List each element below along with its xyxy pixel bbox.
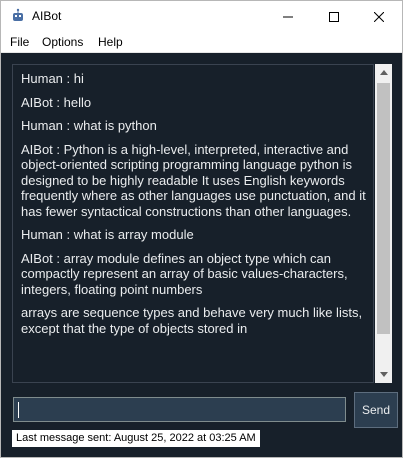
chat-message: AIBot : array module defines an object t…: [21, 250, 348, 297]
chevron-down-icon: [379, 372, 388, 377]
message-input[interactable]: [13, 397, 346, 422]
chat-scrollbar[interactable]: [375, 64, 392, 383]
chat-message: Human : hi: [21, 71, 84, 86]
close-icon: [374, 11, 384, 22]
chat-message: AIBot : Python is a high-level, interpre…: [21, 141, 366, 219]
chat-messages: Human : hi AIBot : hello Human : what is…: [21, 71, 366, 344]
minimize-icon: [283, 16, 293, 17]
maximize-icon: [329, 11, 339, 22]
title-bar[interactable]: AIBot: [1, 1, 402, 32]
menu-file[interactable]: File: [10, 35, 29, 49]
chat-client-area: Human : hi AIBot : hello Human : what is…: [1, 53, 402, 457]
scroll-down-button[interactable]: [375, 366, 392, 383]
chat-message: Human : what is array module: [21, 227, 194, 242]
scroll-thumb[interactable]: [377, 83, 390, 334]
menu-options[interactable]: Options: [42, 35, 83, 49]
menu-bar: File Options Help: [1, 32, 402, 53]
text-caret: [18, 402, 19, 418]
send-button[interactable]: Send: [354, 392, 398, 428]
menu-help[interactable]: Help: [98, 35, 123, 49]
app-window: AIBot File Options Help Human : hi AIBot…: [0, 0, 403, 458]
chevron-up-icon: [379, 70, 388, 75]
close-button[interactable]: [356, 1, 402, 32]
chat-transcript[interactable]: Human : hi AIBot : hello Human : what is…: [12, 64, 374, 383]
window-title: AIBot: [32, 9, 62, 23]
maximize-button[interactable]: [311, 1, 357, 32]
chat-message: arrays are sequence types and behave ver…: [21, 305, 363, 336]
scroll-up-button[interactable]: [375, 64, 392, 81]
chat-message: Human : what is python: [21, 118, 157, 133]
minimize-button[interactable]: [265, 1, 311, 32]
last-message-status: Last message sent: August 25, 2022 at 03…: [12, 430, 260, 447]
chat-message: AIBot : hello: [21, 94, 92, 110]
robot-icon: [10, 8, 26, 24]
